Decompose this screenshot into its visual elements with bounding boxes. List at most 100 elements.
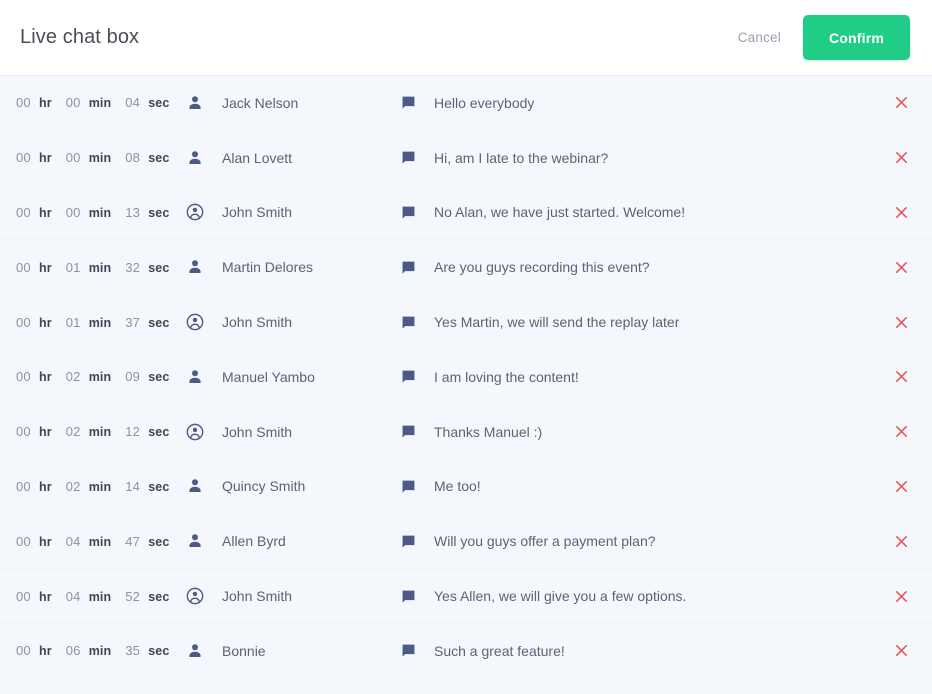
delete-message-button[interactable]	[888, 638, 914, 664]
chat-bubble-icon	[402, 206, 415, 219]
message-text: Will you guys offer a payment plan?	[434, 533, 656, 550]
table-row[interactable]: 00 hr 00 min 13 sec John Smith No Alan, …	[0, 186, 932, 241]
timestamp-minutes: 02 min	[66, 369, 112, 384]
minutes-value: 00	[65, 204, 81, 220]
person-cell: John Smith	[186, 587, 401, 605]
person-cell: Alan Lovett	[186, 149, 401, 167]
minutes-value: 02	[65, 369, 81, 385]
message-text: Yes Allen, we will give you a few option…	[434, 588, 687, 605]
message-text: Hello everybody	[434, 94, 535, 111]
cancel-button[interactable]: Cancel	[734, 24, 785, 51]
person-filled-icon	[189, 96, 201, 109]
table-row[interactable]: 00 hr 02 min 09 sec Manuel Yambo I am lo…	[0, 350, 932, 405]
account-circle-icon	[186, 587, 204, 605]
hours-value: 00	[16, 150, 31, 166]
delete-message-button[interactable]	[888, 364, 914, 390]
timestamp-minutes: 01 min	[66, 315, 112, 330]
timestamp-hours: 00 hr	[16, 205, 52, 220]
timestamp-hours: 00 hr	[16, 150, 52, 165]
hours-value: 00	[16, 424, 31, 440]
person-cell: Quincy Smith	[186, 477, 401, 495]
person-name: John Smith	[222, 588, 293, 605]
chat-bubble-icon	[402, 480, 415, 493]
seconds-value: 32	[125, 259, 141, 275]
person-name: Jack Nelson	[222, 94, 299, 111]
person-cell: Martin Delores	[186, 258, 401, 276]
minutes-value: 04	[65, 588, 81, 604]
table-row[interactable]: 00 hr 00 min 04 sec Jack Nelson Hello ev…	[0, 76, 932, 131]
minutes-unit: min	[88, 151, 112, 166]
timestamp-minutes: 06 min	[66, 643, 112, 658]
dialog-header: Live chat box Cancel Confirm	[0, 0, 932, 75]
seconds-unit: sec	[148, 96, 170, 111]
hours-unit: hr	[39, 315, 52, 330]
confirm-button[interactable]: Confirm	[802, 15, 910, 60]
timestamp-seconds: 09 sec	[125, 369, 169, 384]
seconds-unit: sec	[148, 425, 170, 440]
table-row[interactable]: 00 hr 01 min 32 sec Martin Delores Are y…	[0, 240, 932, 296]
seconds-value: 14	[125, 478, 141, 494]
hours-unit: hr	[39, 589, 52, 604]
delete-message-button[interactable]	[888, 90, 914, 116]
message-cell: Thanks Manuel :)	[401, 424, 878, 440]
table-row[interactable]: 00 hr 06 min 35 sec Bonnie Such a great …	[0, 624, 932, 679]
message-cell: Hello everybody	[401, 95, 878, 111]
seconds-unit: sec	[148, 644, 170, 659]
message-cell: No Alan, we have just started. Welcome!	[401, 204, 878, 220]
seconds-value: 35	[125, 643, 141, 659]
delete-message-button[interactable]	[888, 309, 914, 335]
timestamp-seconds: 08 sec	[125, 150, 169, 165]
timestamp-hours: 00 hr	[16, 424, 52, 439]
person-filled-icon	[189, 150, 201, 164]
hours-value: 00	[16, 259, 31, 275]
timestamp-seconds: 35 sec	[125, 643, 169, 658]
timestamp-hours: 00 hr	[16, 315, 52, 330]
timestamp: 00 hr 01 min 37 sec	[16, 315, 186, 330]
message-text: Me too!	[434, 478, 481, 495]
timestamp: 00 hr 00 min 08 sec	[16, 150, 186, 165]
pointer-notch	[33, 76, 50, 77]
table-row[interactable]: 00 hr 02 min 14 sec Quincy Smith Me too!	[0, 460, 932, 515]
person-filled-icon	[189, 370, 201, 383]
table-row[interactable]: 00 hr 04 min 47 sec Allen Byrd Will you …	[0, 514, 932, 570]
timestamp-minutes: 02 min	[66, 479, 112, 494]
message-cell: Will you guys offer a payment plan?	[401, 533, 878, 549]
person-cell: Allen Byrd	[186, 532, 401, 550]
person-name: Quincy Smith	[222, 478, 306, 495]
chat-bubble-icon	[402, 535, 415, 548]
message-text: Thanks Manuel :)	[434, 423, 543, 440]
timestamp-minutes: 04 min	[66, 589, 112, 604]
seconds-unit: sec	[148, 315, 170, 330]
person-cell: John Smith	[186, 423, 401, 441]
minutes-unit: min	[88, 260, 112, 275]
seconds-unit: sec	[148, 534, 170, 549]
minutes-unit: min	[88, 589, 112, 604]
hours-unit: hr	[39, 96, 52, 111]
timestamp-seconds: 14 sec	[125, 479, 169, 494]
table-row[interactable]: 00 hr 00 min 08 sec Alan Lovett Hi, am I	[0, 131, 932, 186]
minutes-unit: min	[88, 370, 112, 385]
delete-message-button[interactable]	[888, 473, 914, 499]
delete-message-button[interactable]	[888, 419, 914, 445]
close-icon	[895, 97, 907, 109]
hours-unit: hr	[39, 644, 52, 659]
close-icon	[895, 480, 907, 492]
live-chat-box-dialog: Live chat box Cancel Confirm 00 hr 00 mi…	[0, 0, 932, 694]
minutes-unit: min	[88, 425, 112, 440]
delete-message-button[interactable]	[888, 199, 914, 225]
table-row[interactable]: 00 hr 01 min 37 sec John Smith Yes Marti…	[0, 295, 932, 350]
table-row[interactable]: 00 hr 02 min 12 sec John Smith Thanks Ma…	[0, 405, 932, 460]
timestamp: 00 hr 02 min 09 sec	[16, 369, 186, 384]
minutes-unit: min	[88, 534, 112, 549]
person-filled-icon	[189, 479, 201, 493]
minutes-unit: min	[88, 205, 112, 220]
chat-bubble-icon	[402, 151, 415, 164]
minutes-unit: min	[88, 644, 112, 659]
delete-message-button[interactable]	[888, 583, 914, 609]
delete-message-button[interactable]	[888, 254, 914, 280]
chat-rows-container: 00 hr 00 min 04 sec Jack Nelson Hello ev…	[0, 76, 932, 679]
delete-message-button[interactable]	[888, 145, 914, 171]
person-cell: Manuel Yambo	[186, 368, 401, 386]
delete-message-button[interactable]	[888, 528, 914, 554]
table-row[interactable]: 00 hr 04 min 52 sec John Smith Yes Allen…	[0, 569, 932, 624]
